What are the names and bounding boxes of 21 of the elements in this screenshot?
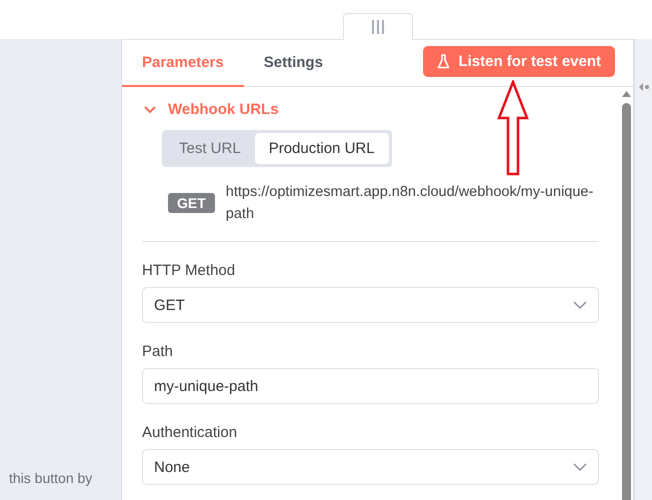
url-toggle-option[interactable]: Production URL (254, 133, 389, 164)
flask-icon (437, 54, 450, 69)
method-badge: GET (168, 193, 215, 213)
field-label: HTTP Method (142, 262, 236, 279)
input-field[interactable]: my-unique-path (142, 368, 599, 404)
chevron-icon (144, 106, 156, 114)
panel-drag-handle[interactable] (343, 13, 413, 40)
scroll-up-icon[interactable] (622, 91, 630, 97)
chevron-down-icon (573, 301, 587, 309)
panel-tab[interactable]: Settings (244, 40, 343, 87)
dropdown-field[interactable]: GET (142, 287, 599, 323)
collapse-arrow-icon[interactable] (638, 83, 648, 91)
field-label: Path (142, 343, 174, 360)
url-toggle-option[interactable]: Test URL (165, 133, 255, 164)
field-label: Authentication (142, 424, 238, 441)
webhook-url-text: https://optimizesmart.app.n8n.cloud/webhook/my-unique-path (226, 183, 594, 224)
scrollbar-thumb[interactable] (622, 103, 630, 500)
chevron-down-icon (573, 463, 587, 471)
dropdown-field[interactable]: None (142, 449, 599, 485)
grip-icon (372, 20, 384, 34)
canvas-hint-text: this button by (9, 470, 94, 486)
